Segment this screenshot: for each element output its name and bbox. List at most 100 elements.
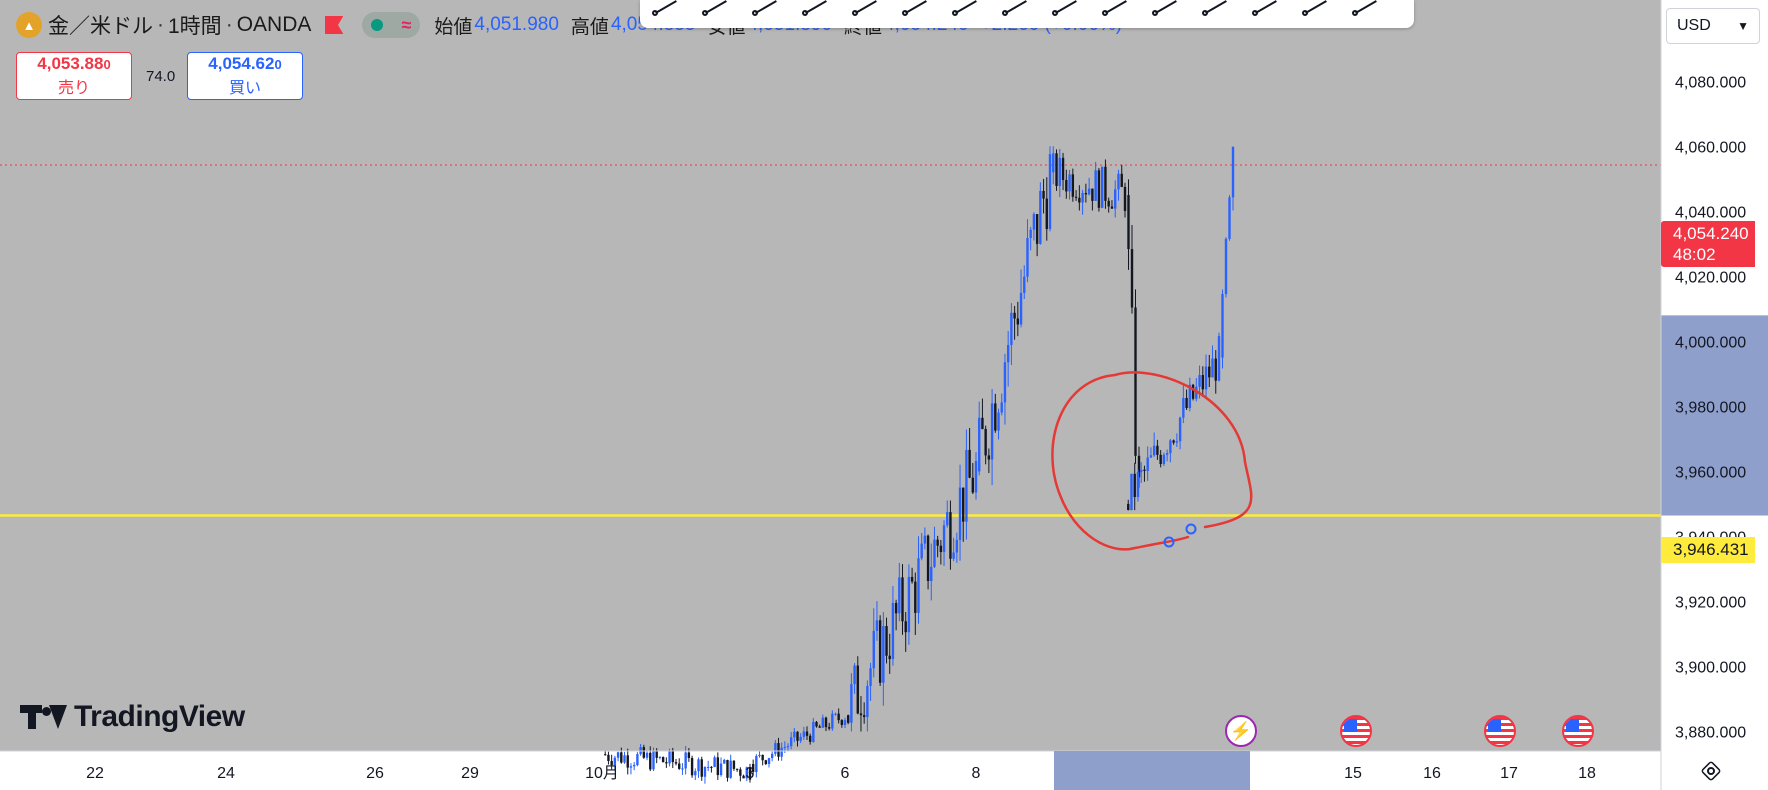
countdown-label: 48:02 — [1673, 245, 1716, 264]
more-tools-icon[interactable] — [1346, 0, 1386, 20]
candle-body — [978, 417, 981, 472]
candle-body — [962, 487, 965, 522]
candle-body — [1198, 375, 1201, 387]
candle-body — [808, 735, 812, 742]
candle-body — [739, 769, 742, 776]
candle-body — [758, 754, 761, 757]
sell-price-small: 0 — [103, 57, 111, 72]
info-line-icon[interactable] — [946, 0, 986, 20]
economic-event-flash[interactable]: ⚡ — [1225, 715, 1257, 747]
candle-body — [645, 752, 649, 758]
candle-body — [1201, 375, 1204, 390]
vertical-line-icon[interactable] — [896, 0, 936, 20]
extended-line-icon[interactable] — [846, 0, 886, 20]
tradingview-wordmark: TradingView — [74, 700, 245, 733]
ray-icon[interactable] — [696, 0, 736, 20]
candle-body — [1123, 186, 1127, 211]
candle-body — [952, 552, 955, 559]
x-tick-label: 26 — [366, 765, 384, 782]
candle-body — [904, 621, 907, 633]
market-open-dot-icon — [371, 19, 384, 31]
flag-icon[interactable] — [325, 16, 335, 34]
candle-body — [990, 403, 994, 460]
candle-body — [872, 630, 875, 669]
horizontal-ray-icon[interactable] — [796, 0, 836, 20]
candle-body — [923, 535, 927, 544]
y-tick-label: 4,020.000 — [1675, 269, 1746, 286]
chevron-down-icon: ▼ — [1737, 19, 1749, 33]
candle-body — [968, 449, 971, 478]
timeframe-label[interactable]: 1時間 — [168, 10, 222, 40]
horizontal-line-price-tag[interactable]: 3,946.431 — [1661, 537, 1755, 563]
annotation-handle-end[interactable] — [1185, 523, 1197, 535]
economic-event-us-15[interactable] — [1340, 715, 1372, 747]
candle-body — [1071, 174, 1075, 197]
candle-body — [1178, 417, 1182, 442]
tradingview-watermark[interactable]: TradingView — [20, 700, 245, 734]
x-tick-label: 29 — [461, 765, 479, 782]
economic-event-us-18[interactable] — [1562, 715, 1594, 747]
curve-icon[interactable] — [1246, 0, 1286, 20]
price-chart[interactable]: 4,100.0004,080.0004,060.0004,040.0004,02… — [0, 0, 1768, 790]
candle-body — [837, 713, 840, 721]
candle-body — [1074, 196, 1078, 198]
cross-line-icon[interactable] — [996, 0, 1036, 20]
candle-body — [917, 558, 920, 613]
candle-body — [987, 455, 991, 460]
time-axis-highlight — [1054, 751, 1250, 790]
candle-body — [607, 754, 610, 761]
symbol-name[interactable]: 金／米ドル — [48, 10, 153, 40]
buy-price: 4,054.62 — [208, 54, 275, 73]
broker-label: OANDA — [236, 13, 312, 36]
pitchfork-icon[interactable] — [1146, 0, 1186, 20]
candle-body — [933, 539, 936, 567]
candle-body — [1140, 469, 1143, 473]
fib-icon[interactable] — [1096, 0, 1136, 20]
candle-body — [869, 668, 872, 686]
settings-icon[interactable] — [1700, 760, 1722, 782]
candle-body — [834, 713, 837, 715]
trend-line-icon[interactable] — [646, 0, 686, 20]
annotation-drawing[interactable] — [1051, 371, 1253, 551]
time-axis-panel[interactable] — [0, 751, 1661, 790]
candle-body — [632, 765, 636, 767]
candle-body — [862, 715, 866, 718]
candle-body — [1221, 294, 1224, 358]
economic-event-us-17[interactable] — [1484, 715, 1516, 747]
rectangle-icon[interactable] — [1046, 0, 1086, 20]
x-tick-label: 17 — [1500, 765, 1518, 782]
parallel-channel-icon[interactable] — [746, 0, 786, 20]
candle-body — [658, 757, 662, 759]
candle-body — [942, 525, 946, 553]
candle-body — [856, 665, 859, 714]
sell-button[interactable]: 4,053.880 売り — [16, 52, 132, 100]
candle-body — [655, 750, 658, 758]
candle-body — [1120, 173, 1123, 187]
market-status-pill[interactable]: ≈ — [362, 12, 421, 38]
buy-button[interactable]: 4,054.620 買い — [187, 52, 303, 100]
candle-body — [661, 757, 665, 763]
y-tick-label: 4,040.000 — [1675, 204, 1746, 221]
candle-body — [1175, 441, 1179, 443]
annotation-circle-path[interactable] — [1051, 371, 1253, 551]
currency-select[interactable]: USD ▼ — [1666, 8, 1760, 44]
candle-body — [827, 727, 831, 729]
candle-body — [604, 754, 607, 756]
candle-body — [1035, 214, 1039, 244]
candle-body — [821, 717, 825, 728]
path-icon[interactable] — [1296, 0, 1336, 20]
candle-body — [812, 721, 815, 742]
y-tick-label: 4,060.000 — [1675, 139, 1746, 156]
candle-body — [843, 720, 847, 725]
drawing-toolbar[interactable] — [640, 0, 1414, 28]
candle-body — [649, 752, 652, 770]
tradingview-logo-icon — [20, 703, 68, 731]
candle-body — [885, 626, 888, 656]
gann-icon[interactable] — [1196, 0, 1236, 20]
candle-body — [984, 428, 987, 456]
candle-body — [891, 602, 895, 660]
y-tick-label: 3,960.000 — [1675, 464, 1746, 481]
y-tick-label: 3,900.000 — [1675, 659, 1746, 676]
candle-body — [799, 736, 802, 741]
candle-body — [764, 760, 768, 765]
